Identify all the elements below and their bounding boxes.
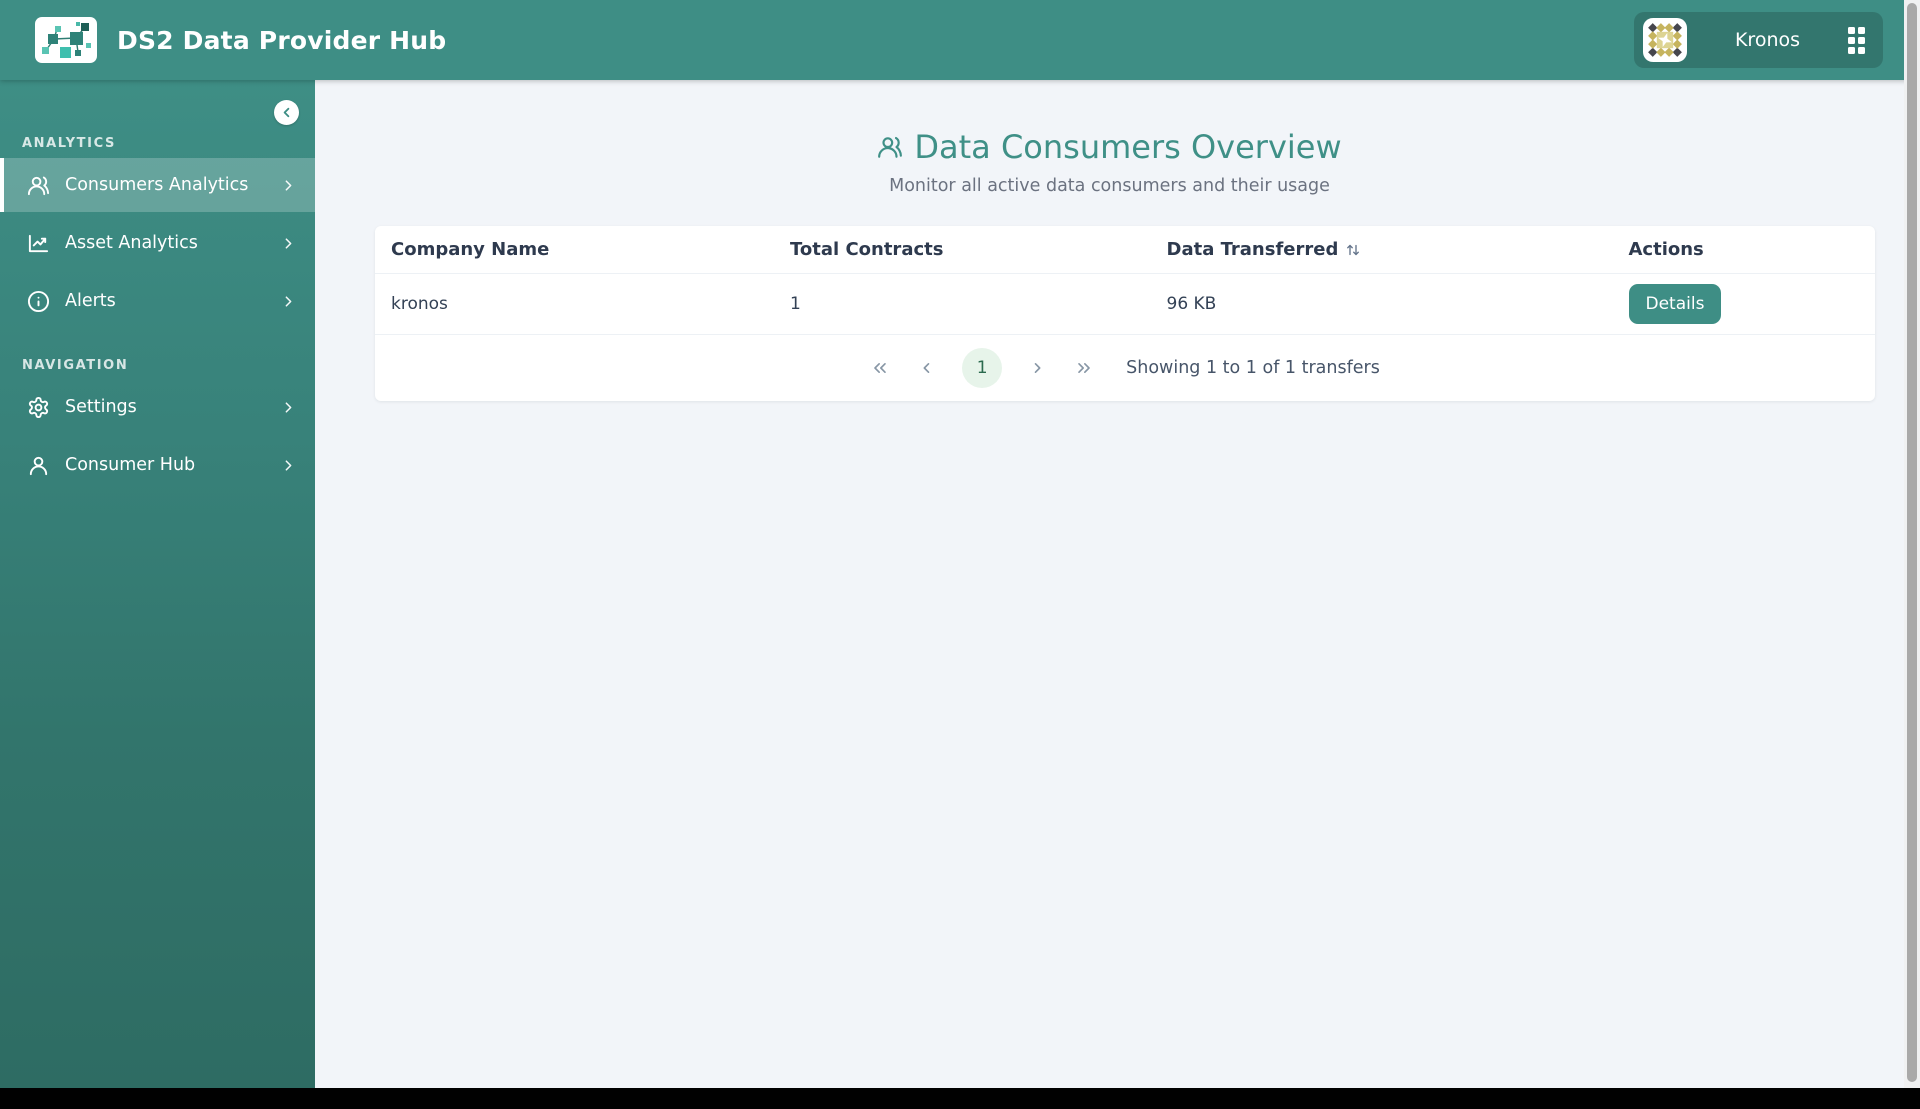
cell-company-name: kronos: [375, 273, 774, 335]
sidebar-item-label: Consumers Analytics: [65, 175, 249, 195]
user-icon: [27, 454, 50, 477]
vertical-scrollbar[interactable]: [1904, 0, 1920, 1088]
page-number-badge[interactable]: 1: [962, 348, 1003, 388]
app-title: DS2 Data Provider Hub: [117, 25, 447, 55]
chevron-left-icon: [283, 107, 290, 118]
tenant-avatar: [1643, 18, 1687, 62]
consumers-table-card: Company Name Total Contracts Data Transf…: [375, 226, 1875, 401]
arrows-up-down-icon: [1347, 244, 1360, 255]
chevron-right-icon: [280, 235, 297, 252]
next-page-button[interactable]: [1028, 358, 1048, 378]
column-header-actions: Actions: [1612, 226, 1875, 274]
diamond-pattern-avatar-icon: [1648, 23, 1682, 57]
last-page-button[interactable]: [1074, 358, 1094, 378]
sidebar-collapse-button[interactable]: [274, 100, 299, 125]
grid-dots-icon[interactable]: [1848, 26, 1865, 54]
page-subtitle: Monitor all active data consumers and th…: [889, 176, 1330, 196]
first-page-button[interactable]: [870, 358, 890, 378]
app-header: DS2 Data Provider Hub Kronos: [0, 0, 1920, 80]
pagination-status: Showing 1 to 1 of 1 transfers: [1126, 358, 1380, 378]
tenant-name: Kronos: [1734, 29, 1801, 51]
chevrons-right-icon: [1078, 363, 1090, 373]
chevron-right-icon: [1034, 363, 1041, 373]
users-icon: [878, 136, 903, 158]
app-logo: [35, 17, 97, 63]
table-row: kronos 1 96 KB Details: [375, 273, 1875, 335]
cell-actions: Details: [1612, 273, 1875, 335]
cell-total-contracts: 1: [774, 273, 1151, 335]
previous-page-button[interactable]: [916, 358, 936, 378]
sort-control[interactable]: Data Transferred: [1167, 239, 1363, 260]
chevron-right-icon: [280, 399, 297, 416]
sidebar-item-label: Consumer Hub: [65, 455, 196, 475]
sidebar-item-asset-analytics[interactable]: Asset Analytics: [0, 216, 315, 270]
details-button[interactable]: Details: [1628, 284, 1722, 324]
sidebar-item-label: Settings: [65, 397, 137, 417]
sidebar-item-label: Asset Analytics: [65, 233, 198, 253]
bottom-black-strip: [0, 1088, 1920, 1109]
network-squares-logo-icon: [42, 22, 91, 58]
cell-data-transferred: 96 KB: [1150, 273, 1613, 335]
chevron-left-icon: [923, 363, 930, 373]
gear-icon: [27, 396, 50, 419]
sidebar-item-label: Alerts: [65, 291, 116, 311]
tenant-switcher-button[interactable]: Kronos: [1634, 12, 1883, 68]
page-title-text: Data Consumers Overview: [914, 128, 1342, 166]
sidebar-item-settings[interactable]: Settings: [0, 380, 315, 434]
column-header-data-transferred: Data Transferred: [1150, 226, 1613, 274]
sidebar-item-consumer-hub[interactable]: Consumer Hub: [0, 438, 315, 492]
consumers-table: Company Name Total Contracts Data Transf…: [375, 226, 1875, 335]
pagination: 1 Showing 1 to 1 of 1 transfers: [375, 335, 1875, 401]
sidebar-item-alerts[interactable]: Alerts: [0, 274, 315, 328]
chevrons-left-icon: [874, 363, 886, 373]
chevron-right-icon: [280, 293, 297, 310]
sidebar-section-analytics: ANALYTICS: [22, 136, 116, 151]
users-icon: [27, 174, 50, 197]
sidebar: ANALYTICS Consumers Analytics Asset Anal…: [0, 80, 315, 1088]
line-chart-icon: [27, 232, 50, 255]
info-circle-icon: [27, 290, 50, 313]
chevron-right-icon: [280, 177, 297, 194]
column-header-company-name: Company Name: [375, 226, 774, 274]
column-header-total-contracts: Total Contracts: [774, 226, 1151, 274]
chevron-right-icon: [280, 457, 297, 474]
sidebar-section-navigation: NAVIGATION: [22, 358, 129, 373]
main-content: Data Consumers Overview Monitor all acti…: [315, 80, 1904, 1088]
sidebar-item-consumers-analytics[interactable]: Consumers Analytics: [0, 158, 315, 212]
scrollbar-thumb[interactable]: [1907, 3, 1917, 1082]
page-title: Data Consumers Overview: [877, 128, 1342, 166]
